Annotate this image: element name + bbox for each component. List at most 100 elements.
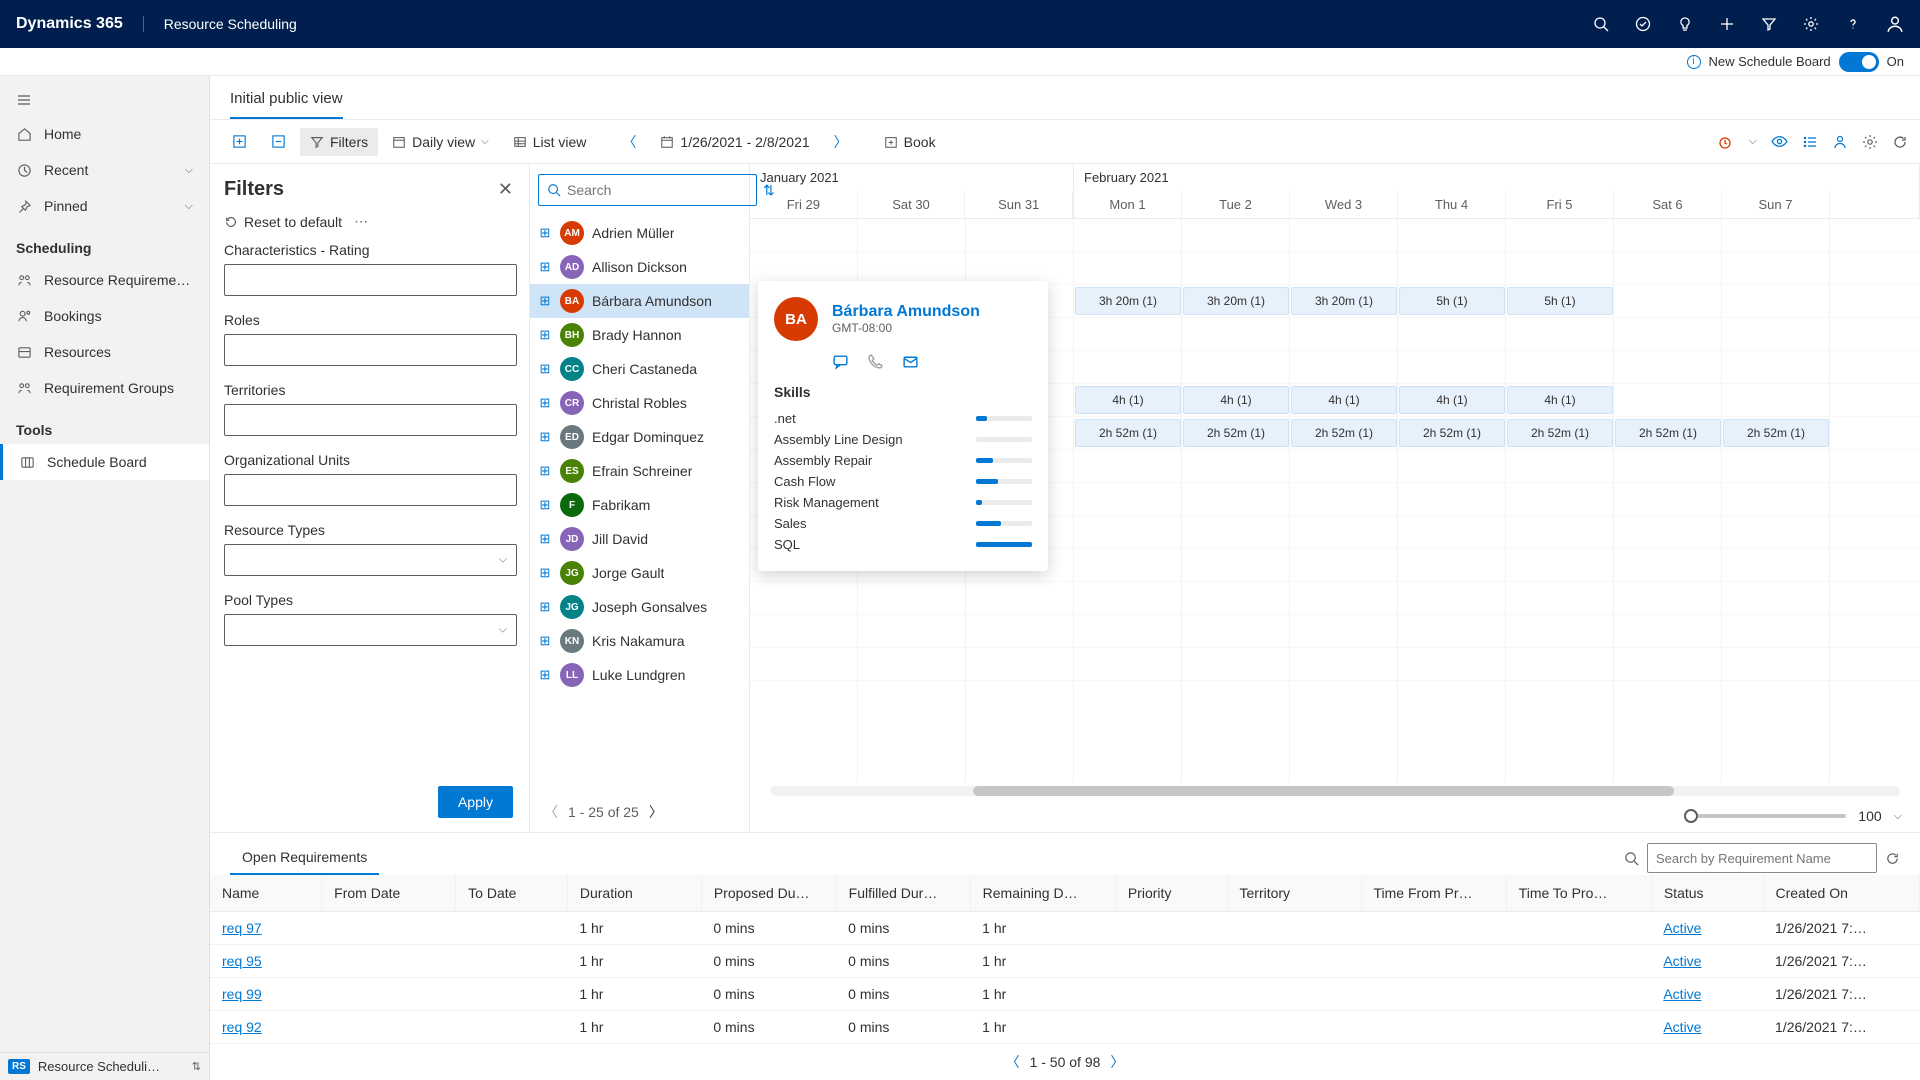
driving-directions-icon[interactable] bbox=[1719, 134, 1735, 150]
nav-pinned[interactable]: Pinned⌵ bbox=[0, 188, 209, 224]
table-header[interactable]: From Date bbox=[322, 875, 456, 912]
timeline-scrollbar[interactable] bbox=[770, 786, 1900, 796]
zoom-slider[interactable] bbox=[1686, 814, 1846, 818]
nav-home[interactable]: Home bbox=[0, 116, 209, 152]
table-header[interactable]: Time To Pro… bbox=[1506, 875, 1651, 912]
resource-row[interactable]: ⊞FFabrikam bbox=[530, 488, 749, 522]
settings-icon[interactable] bbox=[1862, 134, 1878, 150]
view-tab-initial[interactable]: Initial public view bbox=[230, 90, 343, 119]
requirement-link[interactable]: req 92 bbox=[222, 1019, 262, 1035]
booking-cell[interactable]: 2h 52m (1) bbox=[1615, 419, 1721, 447]
prev-range-button[interactable]: 〈 bbox=[612, 126, 646, 158]
expand-icon[interactable]: ⊞ bbox=[538, 531, 552, 547]
booking-cell[interactable]: 2h 52m (1) bbox=[1723, 419, 1829, 447]
daily-view-button[interactable]: Daily view⌵ bbox=[382, 128, 499, 156]
expand-icon[interactable]: ⊞ bbox=[538, 395, 552, 411]
table-row[interactable]: req 991 hr0 mins0 mins1 hrActive1/26/202… bbox=[210, 978, 1920, 1011]
expand-icon[interactable]: ⊞ bbox=[538, 463, 552, 479]
table-header[interactable]: Territory bbox=[1227, 875, 1361, 912]
booking-cell[interactable]: 3h 20m (1) bbox=[1183, 287, 1289, 315]
requirement-link[interactable]: req 95 bbox=[222, 953, 262, 969]
table-header[interactable]: Proposed Du… bbox=[701, 875, 836, 912]
help-icon[interactable] bbox=[1844, 15, 1862, 33]
booking-cell[interactable]: 5h (1) bbox=[1399, 287, 1505, 315]
table-header[interactable]: Duration bbox=[567, 875, 701, 912]
table-header[interactable]: To Date bbox=[456, 875, 568, 912]
resource-row[interactable]: ⊞JDJill David bbox=[530, 522, 749, 556]
book-button[interactable]: Book bbox=[874, 128, 946, 156]
table-header[interactable]: Remaining D… bbox=[970, 875, 1115, 912]
table-row[interactable]: req 921 hr0 mins0 mins1 hrActive1/26/202… bbox=[210, 1011, 1920, 1044]
table-header[interactable]: Priority bbox=[1115, 875, 1227, 912]
collapse-row-button[interactable] bbox=[261, 128, 296, 155]
resource-row[interactable]: ⊞CRChristal Robles bbox=[530, 386, 749, 420]
hamburger-icon[interactable] bbox=[0, 84, 209, 116]
resource-row[interactable]: ⊞BABárbara Amundson bbox=[530, 284, 749, 318]
resource-row[interactable]: ⊞ESEfrain Schreiner bbox=[530, 454, 749, 488]
status-link[interactable]: Active bbox=[1663, 920, 1701, 936]
legend-icon[interactable] bbox=[1802, 134, 1818, 150]
resource-row[interactable]: ⊞CCCheri Castaneda bbox=[530, 352, 749, 386]
expand-icon[interactable]: ⊞ bbox=[538, 633, 552, 649]
task-icon[interactable] bbox=[1634, 15, 1652, 33]
search-icon[interactable] bbox=[1624, 851, 1639, 866]
filter-icon[interactable] bbox=[1760, 15, 1778, 33]
booking-cell[interactable]: 4h (1) bbox=[1399, 386, 1505, 414]
refresh-icon[interactable] bbox=[1885, 851, 1900, 866]
booking-cell[interactable]: 2h 52m (1) bbox=[1075, 419, 1181, 447]
expand-icon[interactable]: ⊞ bbox=[538, 293, 552, 309]
tab-open-requirements[interactable]: Open Requirements bbox=[230, 841, 379, 875]
apply-button[interactable]: Apply bbox=[438, 786, 513, 818]
booking-cell[interactable]: 3h 20m (1) bbox=[1075, 287, 1181, 315]
plus-icon[interactable] bbox=[1718, 15, 1736, 33]
table-row[interactable]: req 951 hr0 mins0 mins1 hrActive1/26/202… bbox=[210, 945, 1920, 978]
expand-icon[interactable]: ⊞ bbox=[538, 225, 552, 241]
chat-icon[interactable] bbox=[832, 353, 849, 370]
resource-search[interactable] bbox=[538, 174, 757, 206]
expand-icon[interactable]: ⊞ bbox=[538, 667, 552, 683]
next-range-button[interactable]: 〉 bbox=[824, 126, 858, 158]
table-header[interactable]: Status bbox=[1651, 875, 1763, 912]
expand-row-button[interactable] bbox=[222, 128, 257, 155]
filter-characteristics-input[interactable] bbox=[224, 264, 517, 296]
resource-icon[interactable] bbox=[1832, 134, 1848, 150]
pager-next[interactable]: 〉 bbox=[649, 802, 663, 822]
status-link[interactable]: Active bbox=[1663, 1019, 1701, 1035]
resource-row[interactable]: ⊞JGJorge Gault bbox=[530, 556, 749, 590]
expand-icon[interactable]: ⊞ bbox=[538, 429, 552, 445]
more-icon[interactable]: ⋯ bbox=[354, 213, 368, 230]
booking-cell[interactable]: 4h (1) bbox=[1507, 386, 1613, 414]
nav-area-switcher[interactable]: RS Resource Scheduli… ⇅ bbox=[0, 1052, 209, 1080]
nav-schedule-board[interactable]: Schedule Board bbox=[0, 444, 209, 480]
date-range-picker[interactable]: 1/26/2021 - 2/8/2021 bbox=[650, 128, 819, 156]
nav-requirement-groups[interactable]: Requirement Groups bbox=[0, 370, 209, 406]
expand-icon[interactable]: ⊞ bbox=[538, 327, 552, 343]
booking-cell[interactable]: 4h (1) bbox=[1075, 386, 1181, 414]
booking-cell[interactable]: 2h 52m (1) bbox=[1291, 419, 1397, 447]
expand-icon[interactable]: ⊞ bbox=[538, 361, 552, 377]
booking-cell[interactable]: 2h 52m (1) bbox=[1183, 419, 1289, 447]
filter-territories-input[interactable] bbox=[224, 404, 517, 436]
nav-resource-requirements[interactable]: Resource Requireme… bbox=[0, 262, 209, 298]
status-link[interactable]: Active bbox=[1663, 986, 1701, 1002]
filters-button[interactable]: Filters bbox=[300, 128, 378, 156]
resource-row[interactable]: ⊞ADAllison Dickson bbox=[530, 250, 749, 284]
expand-icon[interactable]: ⊞ bbox=[538, 565, 552, 581]
requirement-link[interactable]: req 99 bbox=[222, 986, 262, 1002]
resource-row[interactable]: ⊞AMAdrien Müller bbox=[530, 216, 749, 250]
phone-icon[interactable] bbox=[867, 353, 884, 370]
close-icon[interactable]: ✕ bbox=[498, 179, 513, 200]
resource-row[interactable]: ⊞KNKris Nakamura bbox=[530, 624, 749, 658]
nav-resources[interactable]: Resources bbox=[0, 334, 209, 370]
search-icon[interactable] bbox=[1592, 15, 1610, 33]
booking-cell[interactable]: 2h 52m (1) bbox=[1507, 419, 1613, 447]
expand-icon[interactable]: ⊞ bbox=[538, 497, 552, 513]
expand-icon[interactable]: ⊞ bbox=[538, 259, 552, 275]
chevron-down-icon[interactable]: ⌵ bbox=[1894, 810, 1902, 823]
table-header[interactable]: Name bbox=[210, 875, 322, 912]
table-header[interactable]: Fulfilled Dur… bbox=[836, 875, 970, 912]
booking-cell[interactable]: 4h (1) bbox=[1183, 386, 1289, 414]
filter-resource-types-select[interactable] bbox=[224, 544, 517, 576]
resource-row[interactable]: ⊞LLLuke Lundgren bbox=[530, 658, 749, 692]
filter-org-units-input[interactable] bbox=[224, 474, 517, 506]
